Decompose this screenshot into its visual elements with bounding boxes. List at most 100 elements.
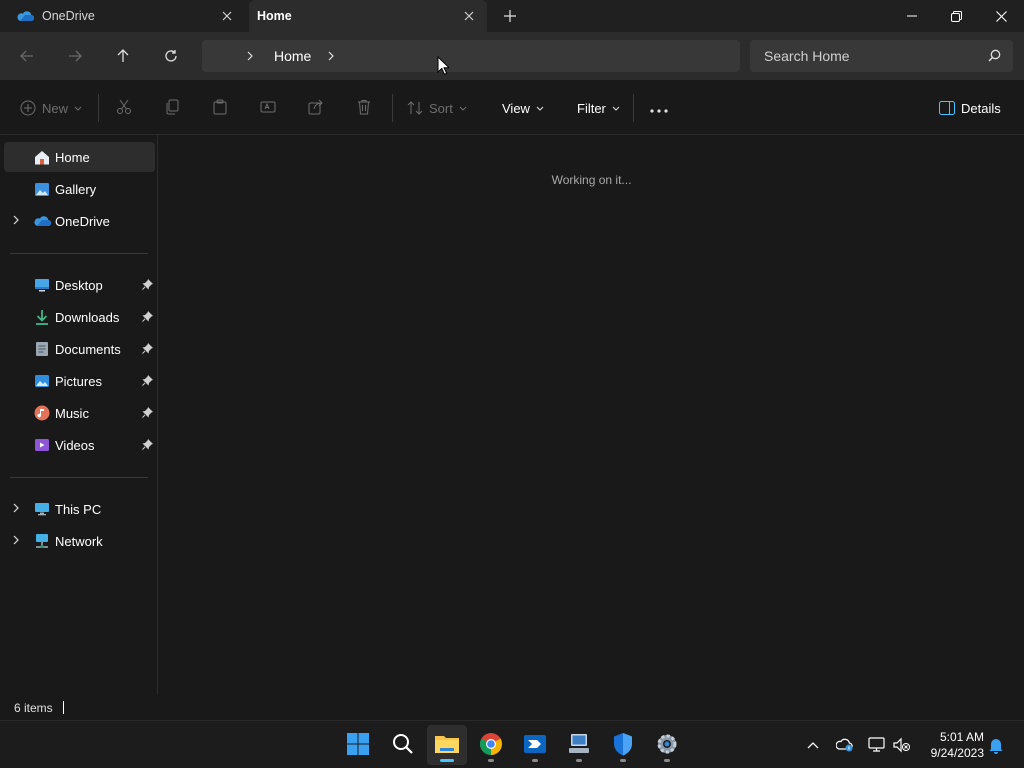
address-bar[interactable]: Home — [202, 40, 740, 72]
restore-icon[interactable] — [934, 0, 979, 32]
chevron-right-icon[interactable] — [246, 51, 258, 61]
share-icon — [308, 99, 324, 118]
taskbar-search-button[interactable] — [383, 725, 423, 765]
chevron-right-icon[interactable] — [12, 503, 22, 515]
rename-button[interactable] — [260, 96, 276, 120]
taskbar-power-automate[interactable] — [515, 725, 555, 765]
pin-icon[interactable] — [142, 407, 154, 419]
filter-label: Filter — [577, 100, 606, 116]
copy-button[interactable] — [164, 96, 180, 120]
more-options-button[interactable] — [650, 96, 668, 120]
back-button[interactable] — [15, 44, 39, 68]
search-input[interactable] — [764, 48, 979, 64]
home-icon — [33, 149, 51, 165]
title-bar: OneDrive Home — [0, 0, 1024, 32]
chrome-icon — [479, 732, 503, 759]
address-row: Home — [0, 32, 1024, 80]
close-tab-icon[interactable] — [461, 8, 477, 24]
sidebar-item-videos[interactable]: Videos — [4, 430, 155, 460]
filter-button[interactable]: Filter — [577, 96, 620, 120]
power-automate-icon — [523, 733, 547, 758]
chevron-right-icon[interactable] — [12, 215, 22, 227]
chevron-right-icon[interactable] — [327, 51, 339, 61]
remote-desktop-icon — [567, 732, 591, 759]
search-box[interactable] — [750, 40, 1013, 72]
minimize-icon[interactable] — [889, 0, 934, 32]
new-button[interactable]: New — [20, 96, 82, 120]
new-tab-button[interactable] — [500, 6, 520, 26]
network-status-icon[interactable] — [867, 735, 887, 755]
details-label: Details — [961, 100, 1001, 116]
gallery-icon — [33, 181, 51, 197]
volume-muted-icon[interactable] — [892, 735, 912, 755]
downloads-icon — [33, 309, 51, 325]
chevron-right-icon[interactable] — [12, 535, 22, 547]
pin-icon[interactable] — [142, 279, 154, 291]
sidebar-item-label: Desktop — [55, 278, 103, 293]
taskbar-remote-desktop[interactable] — [559, 725, 599, 765]
sidebar-item-documents[interactable]: Documents — [4, 334, 155, 364]
active-indicator — [440, 759, 454, 762]
sidebar-item-label: Network — [55, 534, 103, 549]
onedrive-tray-icon[interactable] — [835, 735, 855, 755]
pin-icon[interactable] — [142, 439, 154, 451]
pin-icon[interactable] — [142, 311, 154, 323]
window-controls — [889, 0, 1024, 32]
sidebar-item-label: Gallery — [55, 182, 97, 197]
tab-home[interactable]: Home — [249, 0, 487, 32]
clock-date: 9/24/2023 — [930, 746, 984, 760]
tab-onedrive[interactable]: OneDrive — [0, 0, 245, 32]
taskbar-defender[interactable] — [603, 725, 643, 765]
sidebar-item-pictures[interactable]: Pictures — [4, 366, 155, 396]
breadcrumb-home[interactable]: Home — [274, 48, 311, 64]
network-icon — [33, 533, 51, 549]
close-tab-icon[interactable] — [219, 8, 235, 24]
sidebar-item-home[interactable]: Home — [4, 142, 155, 172]
paste-button[interactable] — [212, 96, 228, 120]
view-button[interactable]: View — [502, 96, 544, 120]
taskbar-settings[interactable] — [647, 725, 687, 765]
sort-icon — [407, 100, 423, 116]
notification-bell-icon[interactable] — [986, 735, 1006, 755]
sidebar-item-network[interactable]: Network — [4, 526, 155, 556]
chevron-down-icon — [459, 106, 467, 111]
cut-button[interactable] — [116, 96, 132, 120]
navigation-pane: Home Gallery OneDrive Desktop Downloads … — [0, 135, 158, 695]
sidebar-item-gallery[interactable]: Gallery — [4, 174, 155, 204]
divider — [10, 253, 148, 254]
forward-button[interactable] — [63, 44, 87, 68]
divider — [10, 477, 148, 478]
running-indicator — [532, 759, 538, 762]
more-icon — [650, 101, 668, 116]
documents-icon — [33, 341, 51, 357]
sidebar-item-music[interactable]: Music — [4, 398, 155, 428]
tab-label: Home — [257, 9, 292, 23]
taskbar-chrome[interactable] — [471, 725, 511, 765]
sidebar-item-this-pc[interactable]: This PC — [4, 494, 155, 524]
share-button[interactable] — [308, 96, 324, 120]
music-icon — [33, 405, 51, 421]
running-indicator — [488, 759, 494, 762]
view-label: View — [502, 100, 530, 116]
close-window-icon[interactable] — [979, 0, 1024, 32]
up-button[interactable] — [111, 44, 135, 68]
start-button[interactable] — [338, 725, 378, 765]
sidebar-item-desktop[interactable]: Desktop — [4, 270, 155, 300]
show-hidden-icons-button[interactable] — [803, 735, 823, 755]
sidebar-item-downloads[interactable]: Downloads — [4, 302, 155, 332]
paste-icon — [212, 99, 228, 118]
clock-time: 5:01 AM — [939, 730, 984, 744]
taskbar-file-explorer[interactable] — [427, 725, 467, 765]
details-button[interactable]: Details — [939, 96, 1001, 120]
pin-icon[interactable] — [142, 343, 154, 355]
sidebar-item-onedrive[interactable]: OneDrive — [4, 206, 155, 236]
file-view[interactable]: Working on it... — [159, 135, 1024, 695]
clock[interactable]: 5:01 AM 9/24/2023 — [918, 729, 984, 761]
sort-button[interactable]: Sort — [407, 96, 467, 120]
chevron-down-icon — [74, 106, 82, 111]
pin-icon[interactable] — [142, 375, 154, 387]
cut-icon — [116, 99, 132, 118]
delete-button[interactable] — [356, 96, 372, 120]
divider — [392, 94, 393, 122]
refresh-button[interactable] — [159, 44, 183, 68]
